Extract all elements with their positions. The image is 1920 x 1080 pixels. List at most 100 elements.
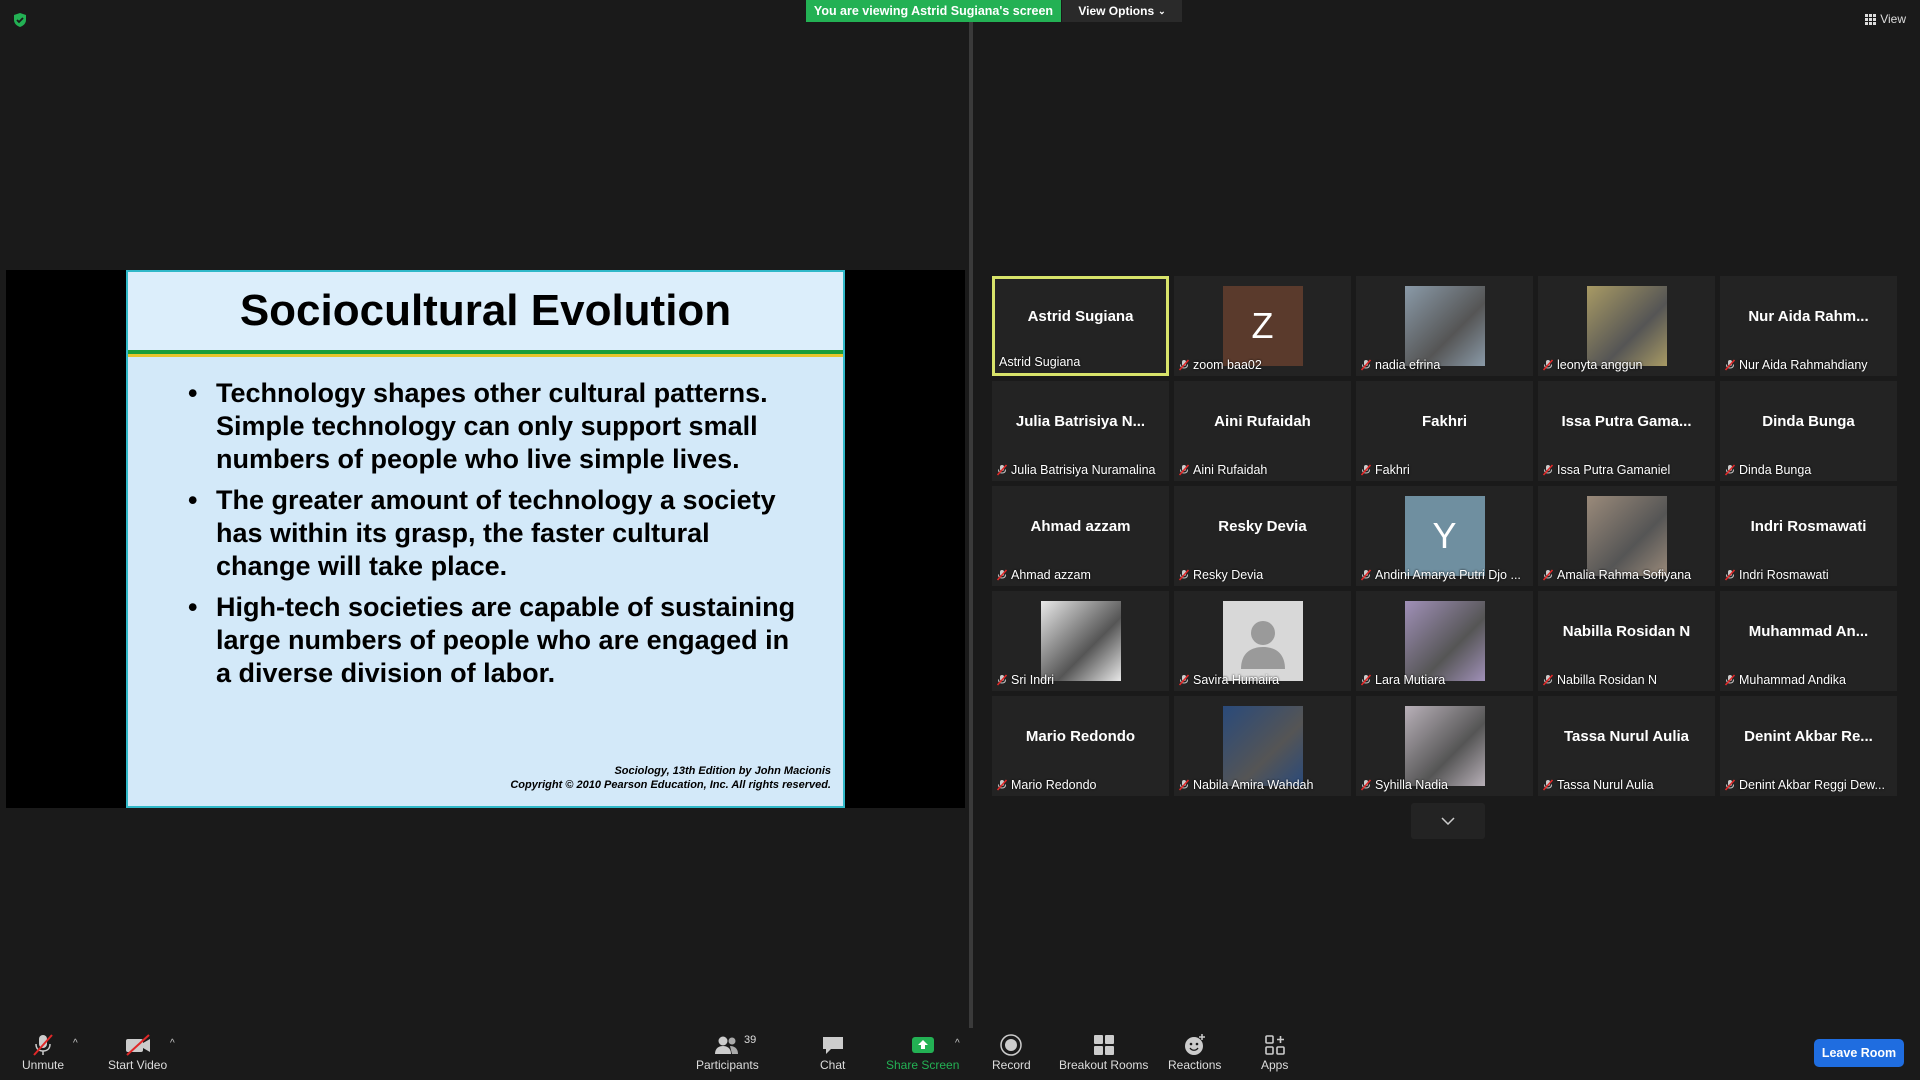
participant-name: Resky Devia — [1193, 568, 1264, 582]
participants-count: 39 — [744, 1034, 757, 1046]
participant-tile[interactable]: Indri Rosmawati Indri Rosmawati — [1720, 486, 1897, 586]
participant-tile[interactable]: Y Andini Amarya Putri Djo ... — [1356, 486, 1533, 586]
microphone-muted-icon — [1724, 359, 1736, 371]
participant-tile[interactable]: Amalia Rahma Sofiyana — [1538, 486, 1715, 586]
participant-tile[interactable]: Ahmad azzam Ahmad azzam — [992, 486, 1169, 586]
participant-name: Amalia Rahma Sofiyana — [1557, 568, 1692, 582]
video-options-caret[interactable]: ^ — [170, 1038, 175, 1049]
participant-tile[interactable]: Nabilla Rosidan N Nabilla Rosidan N — [1538, 591, 1715, 691]
participant-name: Nabila Amira Wahdah — [1193, 778, 1314, 792]
record-label: Record — [992, 1058, 1031, 1072]
share-screen-button[interactable]: Share Screen — [886, 1032, 959, 1072]
avatar — [1404, 286, 1485, 366]
participant-tile[interactable]: Resky Devia Resky Devia — [1174, 486, 1351, 586]
start-video-button[interactable]: Start Video — [108, 1032, 167, 1072]
participant-name-label: Ahmad azzam — [996, 568, 1165, 582]
chevron-down-icon: ⌄ — [1158, 5, 1166, 16]
participant-name-label: Savira Humaira — [1178, 673, 1347, 687]
participant-name-label: nadia efrina — [1360, 358, 1529, 372]
participant-display-name: Astrid Sugiana — [1027, 307, 1134, 325]
participant-tile[interactable]: Sri Indri — [992, 591, 1169, 691]
participant-tile[interactable]: Lara Mutiara — [1356, 591, 1533, 691]
microphone-muted-icon — [1360, 464, 1372, 476]
microphone-muted-icon — [1178, 359, 1190, 371]
slide-footer-line2: Copyright © 2010 Pearson Education, Inc.… — [510, 779, 831, 791]
participant-name: Denint Akbar Reggi Dew... — [1739, 778, 1885, 792]
participant-name-label: leonyta anggun — [1542, 358, 1711, 372]
participant-tile[interactable]: Dinda Bunga Dinda Bunga — [1720, 381, 1897, 481]
slide-bullet-text: Technology shapes other cultural pattern… — [216, 378, 768, 474]
participant-name-label: Lara Mutiara — [1360, 673, 1529, 687]
participant-name-label: Astrid Sugiana — [999, 355, 1162, 369]
leave-room-button[interactable]: Leave Room — [1814, 1039, 1904, 1067]
participant-name: Muhammad Andika — [1739, 673, 1847, 687]
participant-name-label: Resky Devia — [1178, 568, 1347, 582]
participant-name: zoom baa02 — [1193, 358, 1262, 372]
share-screen-icon — [911, 1037, 934, 1053]
participant-tile[interactable]: Tassa Nurul Aulia Tassa Nurul Aulia — [1538, 696, 1715, 796]
participant-name-label: Nabila Amira Wahdah — [1178, 778, 1347, 792]
participant-name-label: Dinda Bunga — [1724, 463, 1893, 477]
participant-name: Mario Redondo — [1011, 778, 1097, 792]
reactions-button[interactable]: Reactions — [1168, 1032, 1221, 1072]
microphone-muted-icon — [1724, 779, 1736, 791]
participant-name-label: Mario Redondo — [996, 778, 1165, 792]
participant-tile[interactable]: nadia efrina — [1356, 276, 1533, 376]
participant-tile[interactable]: Aini Rufaidah Aini Rufaidah — [1174, 381, 1351, 481]
participants-icon — [715, 1036, 739, 1054]
view-options-label: View Options — [1078, 4, 1155, 18]
participant-name: nadia efrina — [1375, 358, 1441, 372]
participant-tile[interactable]: leonyta anggun — [1538, 276, 1715, 376]
participant-name: Astrid Sugiana — [999, 355, 1081, 369]
participant-display-name: Julia Batrisiya N... — [1015, 412, 1146, 430]
participant-name: Julia Batrisiya Nuramalina — [1011, 463, 1156, 477]
participant-tile[interactable]: Julia Batrisiya N... Julia Batrisiya Nura… — [992, 381, 1169, 481]
participants-label: Participants — [696, 1058, 759, 1072]
avatar — [1586, 286, 1667, 366]
microphone-muted-icon — [1178, 674, 1190, 686]
microphone-muted-icon — [1178, 464, 1190, 476]
participant-tile[interactable]: Fakhri Fakhri — [1356, 381, 1533, 481]
microphone-muted-icon — [1724, 464, 1736, 476]
participant-tile[interactable]: Issa Putra Gama... Issa Putra Gamaniel — [1538, 381, 1715, 481]
participant-name-label: Indri Rosmawati — [1724, 568, 1893, 582]
participant-tile[interactable]: Mario Redondo Mario Redondo — [992, 696, 1169, 796]
chevron-down-icon — [1441, 817, 1455, 825]
unmute-button[interactable]: Unmute — [22, 1032, 64, 1072]
participant-name-label: Fakhri — [1360, 463, 1529, 477]
participant-name: Sri Indri — [1011, 673, 1055, 687]
security-shield-icon[interactable] — [12, 12, 28, 28]
participant-tile[interactable]: Syhilla Nadia — [1356, 696, 1533, 796]
slide-bullet: • The greater amount of technology a soci… — [188, 484, 803, 583]
participant-name: leonyta anggun — [1557, 358, 1643, 372]
avatar-initial: Y — [1432, 515, 1457, 556]
avatar — [1040, 601, 1121, 681]
participant-display-name: Mario Redondo — [1025, 727, 1136, 745]
participant-name-label: Tassa Nurul Aulia — [1542, 778, 1711, 792]
participant-tile[interactable]: Savira Humaira — [1174, 591, 1351, 691]
participant-tile[interactable]: Nabila Amira Wahdah — [1174, 696, 1351, 796]
slide-bullet: • Technology shapes other cultural patter… — [188, 377, 803, 476]
participant-name: Lara Mutiara — [1375, 673, 1446, 687]
next-page-button[interactable] — [1411, 803, 1485, 839]
share-options-caret[interactable]: ^ — [955, 1038, 960, 1049]
participant-tile[interactable]: Muhammad An... Muhammad Andika — [1720, 591, 1897, 691]
apps-button[interactable]: Apps — [1261, 1032, 1288, 1072]
unmute-label: Unmute — [22, 1058, 65, 1072]
breakout-rooms-button[interactable]: Breakout Rooms — [1059, 1032, 1148, 1072]
view-options-button[interactable]: View Options ⌄ — [1062, 0, 1182, 22]
panel-divider[interactable] — [969, 22, 973, 1028]
participant-name: Syhilla Nadia — [1375, 778, 1448, 792]
audio-options-caret[interactable]: ^ — [73, 1038, 78, 1049]
microphone-muted-icon — [1542, 674, 1554, 686]
participant-tile[interactable]: Nur Aida Rahm... Nur Aida Rahmahdiany — [1720, 276, 1897, 376]
participant-display-name: Indri Rosmawati — [1750, 517, 1867, 535]
participant-tile[interactable]: Astrid Sugiana Astrid Sugiana — [992, 276, 1169, 376]
participant-name-label: Denint Akbar Reggi Dew... — [1724, 778, 1893, 792]
chat-button[interactable]: Chat — [820, 1032, 845, 1072]
participant-tile[interactable]: Zzoom baa02 — [1174, 276, 1351, 376]
view-layout-button[interactable]: View — [1865, 12, 1906, 26]
record-button[interactable]: Record — [992, 1032, 1031, 1072]
participant-tile[interactable]: Denint Akbar Re... Denint Akbar Reggi Dew… — [1720, 696, 1897, 796]
microphone-muted-icon — [1360, 569, 1372, 581]
